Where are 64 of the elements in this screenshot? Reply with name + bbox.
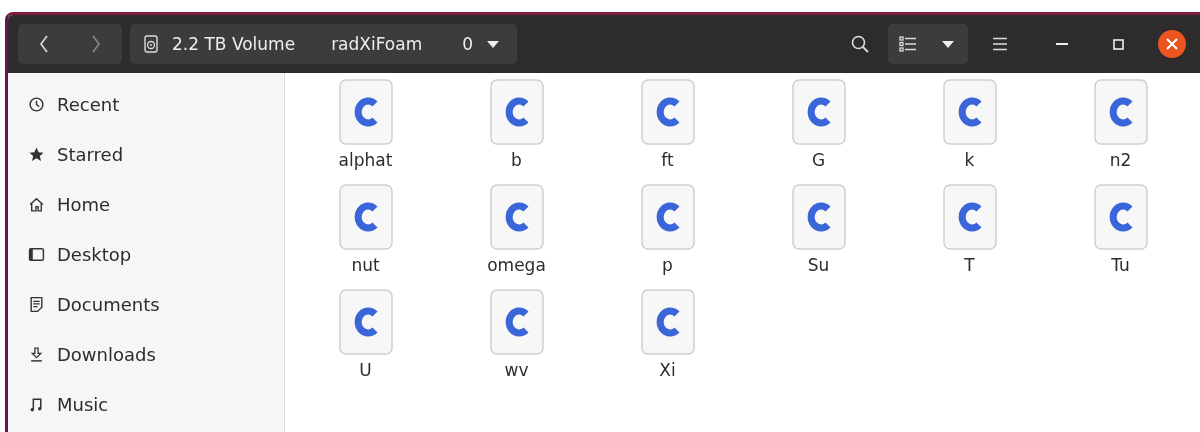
close-icon [1166,38,1178,50]
sidebar-item[interactable]: Recent [8,79,284,129]
menu-icon [992,37,1008,51]
sidebar-item[interactable]: Starred [8,129,284,179]
sidebar-item[interactable]: Home [8,179,284,229]
sidebar-label: Starred [57,143,124,165]
caret-icon [487,40,500,48]
sidebar-item[interactable]: Music [8,379,284,429]
search-icon [850,34,870,54]
house-icon [28,195,45,213]
list-icon [899,36,917,52]
sidebar-label: Documents [57,293,160,315]
star-icon [28,145,45,163]
c-source-file-icon[interactable] [489,184,544,250]
path-segment[interactable]: radXiFoam [309,24,445,64]
sidebar-label: Downloads [57,343,156,365]
file-name[interactable]: Su [807,255,830,275]
document-icon [28,295,45,313]
file-name[interactable]: U [359,360,372,380]
file-name[interactable]: wv [504,360,529,380]
c-source-file-icon[interactable] [942,79,997,145]
sidebar-item[interactable]: Downloads [8,329,284,379]
file-name[interactable]: nut [351,255,380,275]
desktop-icon [28,245,45,263]
file-name[interactable]: k [964,150,975,170]
caret-icon [942,40,954,48]
path-label: 2.2 TB Volume [172,34,296,54]
path-segment[interactable]: 2.2 TB Volume [130,24,310,64]
c-source-file-icon[interactable] [489,289,544,355]
sidebar-item[interactable]: Documents [8,279,284,329]
c-source-file-icon[interactable] [489,79,544,145]
sidebar-label: Desktop [57,243,132,265]
file-name[interactable]: ft [661,150,674,170]
minimize-icon [1056,43,1068,45]
file-name[interactable]: omega [487,255,546,275]
c-source-file-icon[interactable] [640,289,695,355]
c-source-file-icon[interactable] [640,79,695,145]
download-icon [28,345,45,363]
file-name[interactable]: p [662,255,673,275]
c-source-file-icon[interactable] [338,79,393,145]
c-source-file-icon[interactable] [1093,79,1148,145]
c-source-file-icon[interactable] [1093,184,1148,250]
close-button[interactable] [1158,30,1186,58]
maximize-icon [1112,38,1124,50]
c-source-file-icon[interactable] [338,289,393,355]
file-name[interactable]: alphat [338,150,393,170]
c-source-file-icon[interactable] [791,184,846,250]
sidebar-label: Music [57,393,109,415]
c-source-file-icon[interactable] [640,184,695,250]
sidebar-item[interactable]: Desktop [8,229,284,279]
c-source-file-icon[interactable] [942,184,997,250]
path-segment[interactable]: 0 [444,24,518,64]
sidebar-label: Recent [57,93,120,115]
file-name[interactable]: G [811,150,826,170]
clock-icon [28,95,45,113]
c-source-file-icon[interactable] [791,79,846,145]
file-name[interactable]: Tu [1111,255,1130,275]
file-name[interactable]: T [964,255,975,275]
path-label: 0 [462,34,474,54]
file-name[interactable]: b [511,150,522,170]
sidebar-label: Home [57,193,111,215]
file-name[interactable]: Xi [659,360,676,380]
file-name[interactable]: n2 [1109,150,1132,170]
c-source-file-icon[interactable] [338,184,393,250]
